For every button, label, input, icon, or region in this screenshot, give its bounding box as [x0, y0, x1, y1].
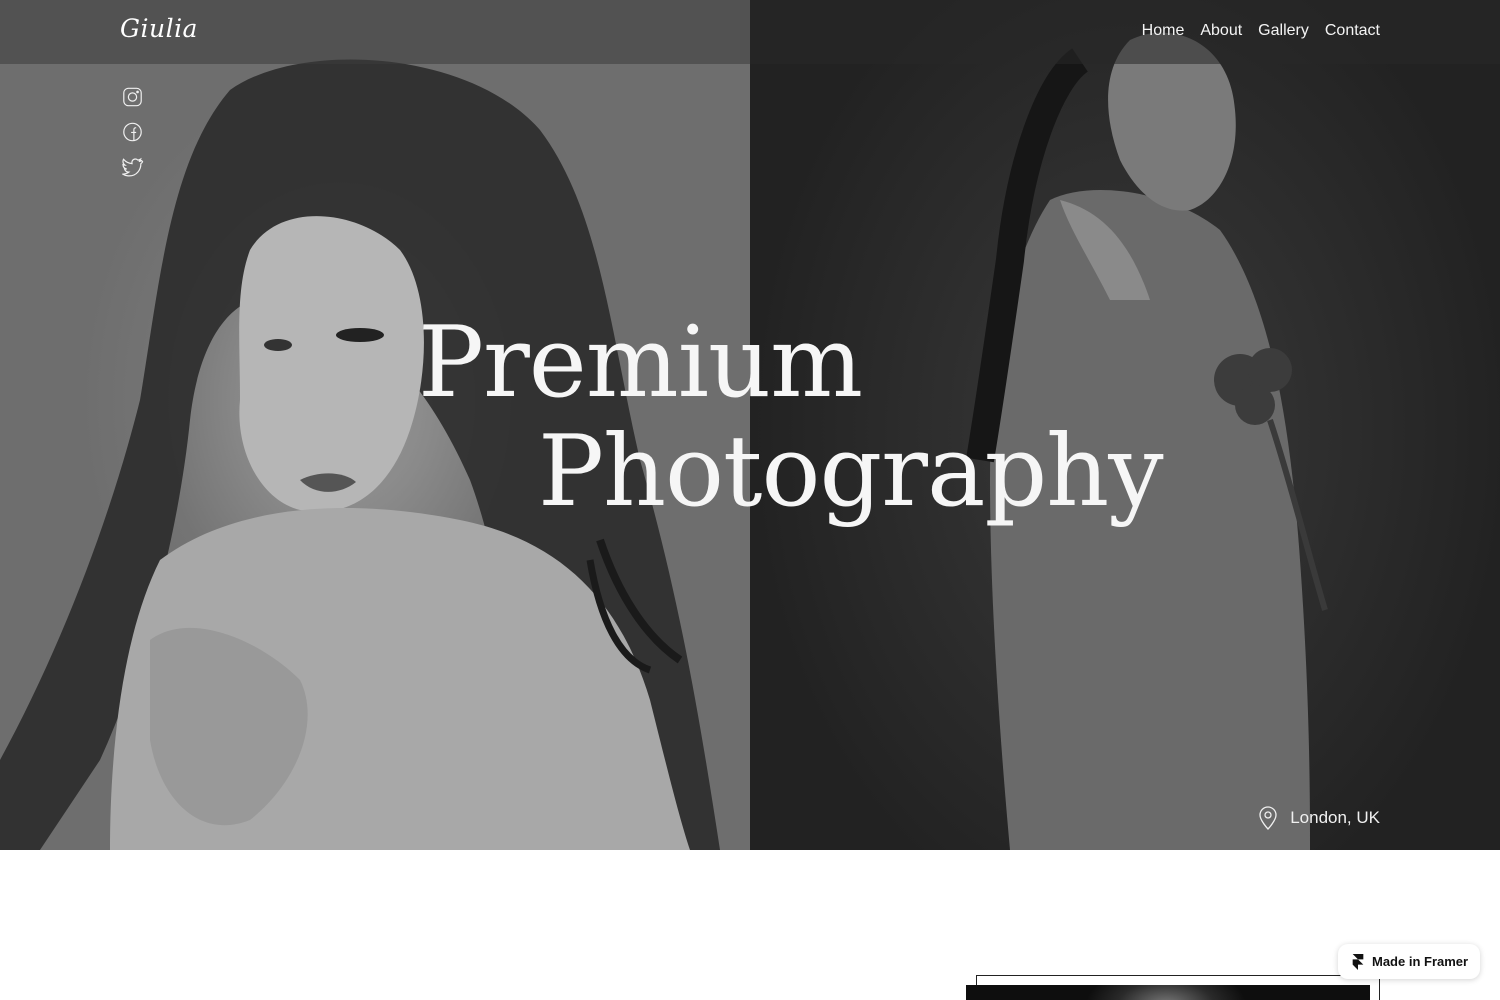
navbar-shade-left: [0, 0, 750, 64]
hero-headline-line1: Premium: [418, 306, 863, 420]
instagram-icon[interactable]: [121, 86, 144, 108]
gallery-preview-photo: [966, 985, 1370, 1000]
badge-label: Made in Framer: [1372, 954, 1469, 969]
nav-link-gallery[interactable]: Gallery: [1258, 22, 1309, 40]
made-in-framer-badge[interactable]: Made in Framer: [1338, 944, 1480, 979]
nav-link-home[interactable]: Home: [1142, 22, 1185, 40]
map-pin-icon: [1258, 806, 1278, 830]
social-links: [121, 86, 144, 178]
hero-section: Giulia Home About Gallery Contact Premiu…: [0, 0, 1500, 850]
location-text: London, UK: [1290, 808, 1380, 827]
framer-logo-icon: [1352, 953, 1364, 970]
hero-headline-line2: Photography: [538, 415, 1164, 529]
main-nav: Home About Gallery Contact: [1142, 22, 1380, 40]
brand-logo[interactable]: Giulia: [120, 14, 198, 43]
nav-link-about[interactable]: About: [1200, 22, 1242, 40]
location-label: London, UK: [1258, 806, 1380, 830]
navbar-shade-right: [750, 0, 1500, 64]
facebook-icon[interactable]: [121, 121, 144, 143]
nav-link-contact[interactable]: Contact: [1325, 22, 1380, 40]
twitter-icon[interactable]: [121, 156, 144, 178]
